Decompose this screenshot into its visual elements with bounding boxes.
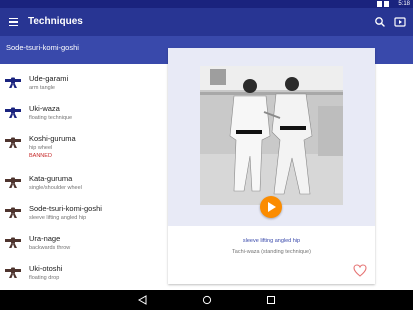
- belt-icon: [5, 237, 21, 248]
- system-navigation-bar: [0, 290, 413, 310]
- list-item[interactable]: Uki-otoshi floating drop: [0, 260, 166, 286]
- list-item[interactable]: Uki-waza floating technique: [0, 100, 166, 126]
- list-item[interactable]: Ude-garami arm tangle: [0, 70, 166, 96]
- technique-name: Ura-nage: [29, 234, 61, 243]
- recents-icon[interactable]: [266, 295, 276, 305]
- app-title: Techniques: [28, 16, 83, 27]
- technique-name: Koshi-guruma: [29, 134, 76, 143]
- belt-icon: [5, 207, 21, 218]
- status-bar: 5:18: [0, 0, 413, 8]
- list-item[interactable]: Sode-tsuri-komi-goshi sleeve lifting ang…: [0, 200, 166, 226]
- media-area: [168, 48, 375, 226]
- technique-name: Uki-waza: [29, 104, 60, 113]
- battery-icon: [384, 1, 389, 7]
- detail-category: Tachi-waza (standing technique): [232, 249, 311, 255]
- belt-icon: [5, 107, 21, 118]
- technique-detail-card: sleeve lifting angled hip Tachi-waza (st…: [168, 48, 375, 284]
- play-button[interactable]: [260, 196, 282, 218]
- belt-icon: [5, 177, 21, 188]
- technique-translation: floating technique: [29, 115, 73, 121]
- belt-icon: [5, 137, 21, 148]
- technique-name: Ude-garami: [29, 74, 69, 83]
- technique-translation: single/shoulder wheel: [29, 185, 82, 191]
- banned-label: BANNED: [29, 153, 52, 159]
- technique-translation: floating drop: [29, 275, 60, 281]
- technique-translation: arm tangle: [29, 85, 55, 91]
- menu-icon[interactable]: [6, 14, 22, 30]
- search-icon[interactable]: [373, 15, 387, 29]
- technique-translation: sleeve lifting angled hip: [29, 215, 87, 221]
- list-item[interactable]: Kata-guruma single/shoulder wheel: [0, 170, 166, 196]
- technique-photo: [200, 66, 343, 205]
- wifi-icon: [377, 1, 382, 7]
- selected-technique-title: Sode-tsuri-komi-goshi: [6, 43, 79, 52]
- status-time: 5:18: [398, 1, 410, 7]
- play-icon: [268, 202, 276, 212]
- home-icon[interactable]: [202, 295, 212, 305]
- technique-name: Uki-otoshi: [29, 264, 63, 273]
- technique-name: Sode-tsuri-komi-goshi: [29, 204, 102, 213]
- list-item[interactable]: Koshi-guruma hip wheel BANNED: [0, 130, 166, 159]
- system-icons: [377, 1, 389, 7]
- detail-translation: sleeve lifting angled hip: [242, 238, 301, 244]
- heart-icon[interactable]: [353, 264, 367, 277]
- technique-list: Ude-garami arm tangle Uki-waza floating …: [0, 64, 166, 290]
- technique-translation: backwards throw: [29, 245, 71, 251]
- belt-icon: [5, 267, 21, 278]
- app-bar: Techniques: [0, 8, 413, 36]
- list-item[interactable]: Ura-nage backwards throw: [0, 230, 166, 256]
- video-icon[interactable]: [393, 15, 407, 29]
- belt-icon: [5, 77, 21, 88]
- back-icon[interactable]: [138, 295, 148, 305]
- technique-name: Kata-guruma: [29, 174, 73, 183]
- technique-translation: hip wheel: [29, 145, 53, 151]
